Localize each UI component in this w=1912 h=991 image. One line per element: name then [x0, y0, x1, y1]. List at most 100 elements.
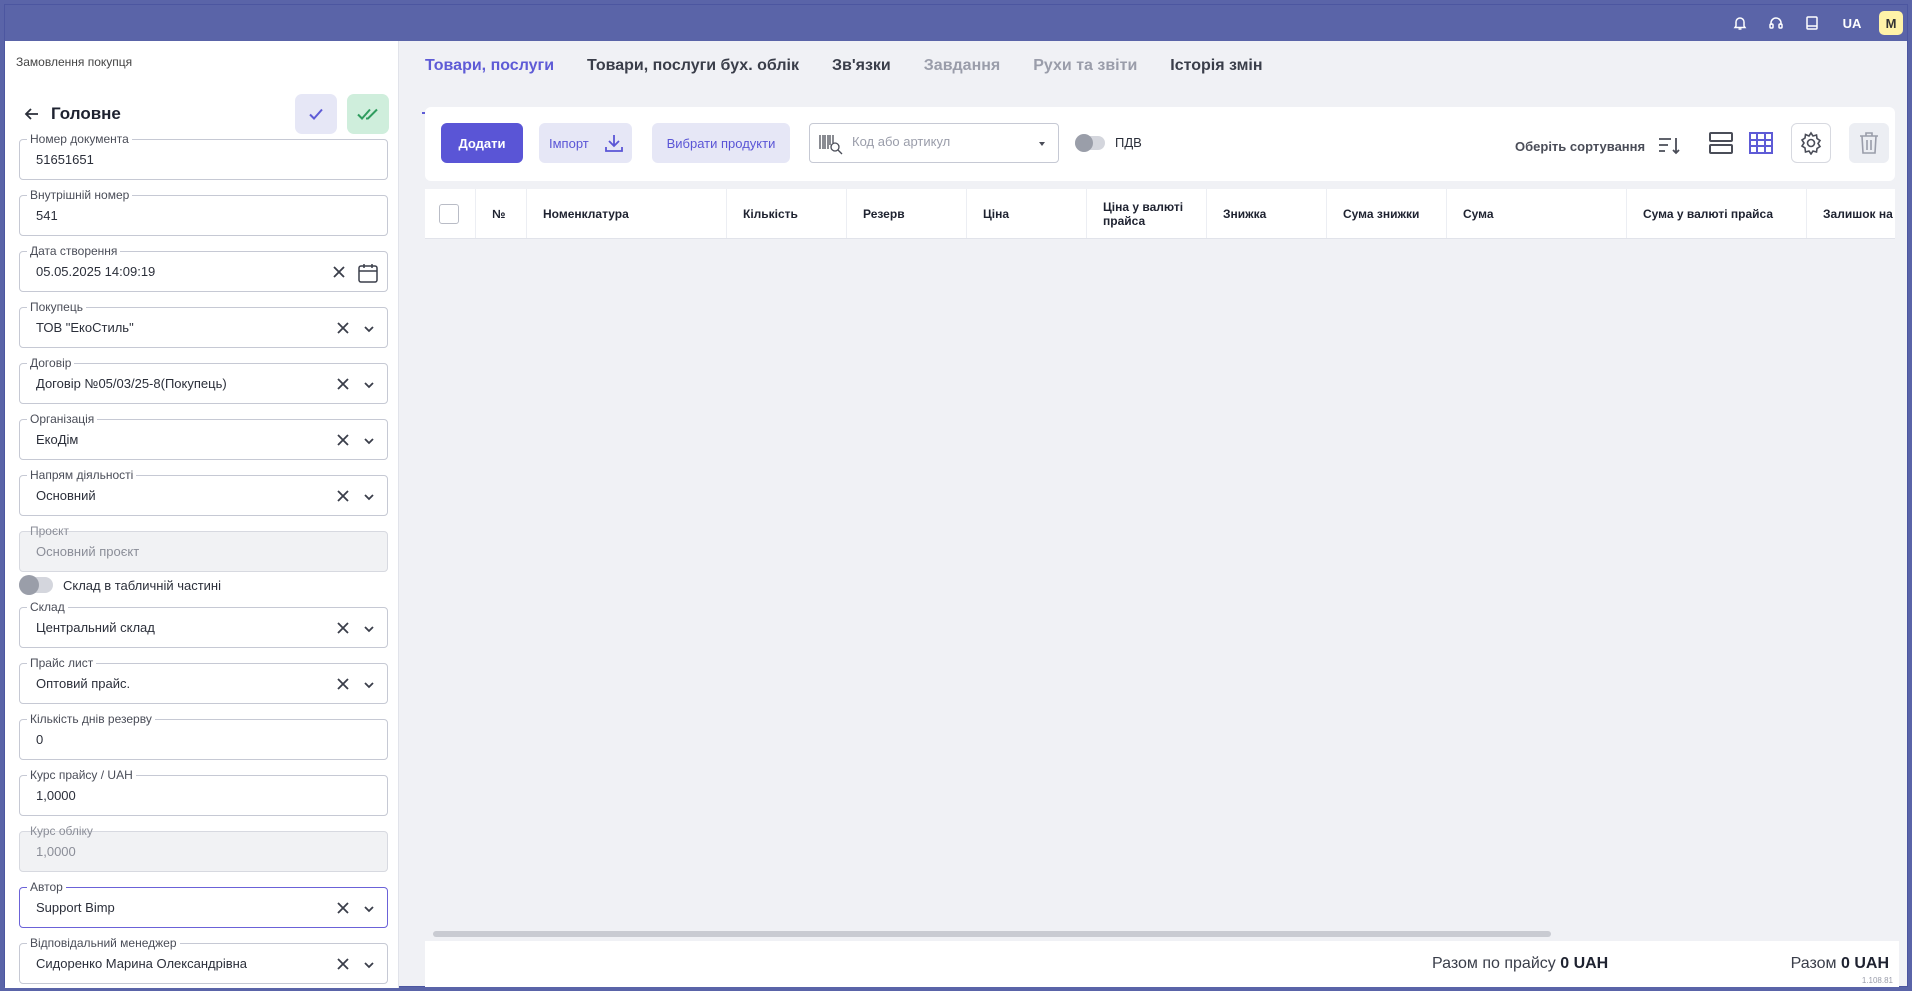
tab-goods-services[interactable]: Товари, послуги — [421, 41, 559, 114]
import-button[interactable]: Імпорт — [539, 123, 632, 163]
clear-icon[interactable] — [335, 900, 351, 916]
field-value[interactable]: Договір №05/03/25-8(Покупець) — [36, 376, 227, 391]
vat-toggle[interactable] — [1075, 133, 1105, 152]
field-value[interactable]: Основний — [36, 488, 96, 503]
field-label: Склад — [27, 600, 68, 614]
avatar[interactable]: M — [1879, 11, 1903, 35]
gear-icon[interactable] — [1791, 123, 1831, 163]
chevron-down-icon[interactable] — [363, 491, 375, 503]
tab-links[interactable]: Зв'язки — [832, 41, 891, 93]
list-view-icon[interactable] — [1701, 123, 1741, 163]
price-rate-field[interactable]: Курс прайсу / UAH 1,0000 — [19, 768, 388, 816]
column-header[interactable]: Номенклатура — [526, 189, 726, 238]
column-header[interactable]: № — [475, 189, 526, 238]
column-header[interactable]: Сума у валюті прайса — [1626, 189, 1806, 238]
tab-goods-services-accounting[interactable]: Товари, послуги бух. облік — [587, 41, 799, 93]
search-input[interactable] — [852, 134, 1032, 149]
field-label: Прайс лист — [27, 656, 97, 670]
toggle-label: Склад в табличній частині — [63, 577, 221, 593]
internal-number-field[interactable]: Внутрішній номер 541 — [19, 188, 388, 236]
column-header[interactable]: Ціна — [966, 189, 1086, 238]
field-label: Номер документа — [27, 132, 132, 146]
top-bar: UA M — [5, 5, 1907, 41]
select-products-button[interactable]: Вибрати продукти — [652, 123, 790, 163]
field-value[interactable]: Оптовий прайс. — [36, 676, 130, 691]
field-value[interactable]: 541 — [36, 208, 58, 223]
table-toolbar: Додати Імпорт Вибрати продукти ПДВ Обері… — [425, 107, 1895, 181]
warehouse-select[interactable]: Склад Центральний склад — [19, 600, 388, 648]
add-button[interactable]: Додати — [441, 123, 523, 163]
warehouse-in-table-toggle[interactable] — [19, 575, 53, 595]
project-field: Проєкт Основний проєкт — [19, 524, 388, 572]
field-value[interactable]: ЕкоДім — [36, 432, 78, 447]
field-value[interactable]: 1,0000 — [36, 788, 76, 803]
tab-tasks[interactable]: Завдання — [924, 41, 1000, 93]
grid-view-icon[interactable] — [1741, 123, 1781, 163]
chevron-down-icon[interactable] — [363, 679, 375, 691]
sort-label: Оберіть сортування — [1515, 138, 1646, 154]
clear-icon[interactable] — [335, 320, 351, 336]
column-header[interactable]: Сума знижки — [1326, 189, 1446, 238]
field-value[interactable]: 0 — [36, 732, 43, 747]
column-header[interactable]: Залишок на с — [1806, 189, 1895, 238]
column-header[interactable]: Знижка — [1206, 189, 1326, 238]
doc-number-field[interactable]: Номер документа 51651651 — [19, 132, 388, 180]
import-label: Імпорт — [549, 135, 589, 151]
buyer-select[interactable]: Покупець ТОВ "ЕкоСтиль" — [19, 300, 388, 348]
contract-select[interactable]: Договір Договір №05/03/25-8(Покупець) — [19, 356, 388, 404]
field-value[interactable]: Сидоренко Марина Олександрівна — [36, 956, 247, 971]
book-icon[interactable] — [1799, 10, 1825, 36]
select-all-checkbox[interactable] — [439, 204, 459, 224]
clear-icon[interactable] — [335, 488, 351, 504]
back-arrow-icon[interactable] — [19, 101, 45, 127]
chevron-down-icon[interactable] — [363, 903, 375, 915]
field-value[interactable]: Центральний склад — [36, 620, 155, 635]
created-date-field[interactable]: Дата створення 05.05.2025 14:09:19 — [19, 244, 388, 292]
organization-select[interactable]: Організація ЕкоДім — [19, 412, 388, 460]
chevron-down-icon[interactable] — [363, 623, 375, 635]
clear-icon[interactable] — [335, 956, 351, 972]
tab-movements-reports[interactable]: Рухи та звіти — [1033, 41, 1137, 93]
clear-icon[interactable] — [335, 620, 351, 636]
save-button[interactable] — [295, 94, 337, 134]
headset-icon[interactable] — [1763, 10, 1789, 36]
activity-select[interactable]: Напрям діяльності Основний — [19, 468, 388, 516]
column-header[interactable]: Сума — [1446, 189, 1626, 238]
author-select[interactable]: Автор Support Bimp — [19, 880, 388, 928]
field-value[interactable]: 05.05.2025 14:09:19 — [36, 264, 155, 279]
bell-icon[interactable] — [1727, 10, 1753, 36]
tab-change-history[interactable]: Історія змін — [1170, 41, 1262, 93]
field-label: Дата створення — [27, 244, 121, 258]
barcode-search[interactable] — [809, 123, 1059, 163]
price-total-label: Разом по прайсу — [1432, 955, 1556, 972]
horizontal-scrollbar[interactable] — [433, 931, 1551, 937]
clear-icon[interactable] — [335, 676, 351, 692]
totals-footer: Разом по прайсу 0 UAH Разом 0 UAH 1.108.… — [425, 941, 1899, 987]
trash-icon[interactable] — [1849, 123, 1889, 163]
field-value[interactable]: 51651651 — [36, 152, 94, 167]
chevron-down-icon[interactable] — [363, 323, 375, 335]
field-value[interactable]: ТОВ "ЕкоСтиль" — [36, 320, 134, 335]
column-header[interactable]: Ціна у валюті прайса — [1086, 189, 1206, 238]
chevron-down-icon[interactable] — [363, 435, 375, 447]
calendar-icon[interactable] — [357, 262, 379, 284]
save-and-post-button[interactable] — [347, 94, 389, 134]
column-header[interactable]: Резерв — [846, 189, 966, 238]
reserve-days-field[interactable]: Кількість днів резерву 0 — [19, 712, 388, 760]
field-value[interactable]: Support Bimp — [36, 900, 115, 915]
price-list-select[interactable]: Прайс лист Оптовий прайс. — [19, 656, 388, 704]
clear-icon[interactable] — [331, 264, 347, 280]
clear-icon[interactable] — [335, 376, 351, 392]
caret-down-icon[interactable] — [1038, 140, 1046, 148]
chevron-down-icon[interactable] — [363, 379, 375, 391]
clear-icon[interactable] — [335, 432, 351, 448]
column-header[interactable]: Кількість — [726, 189, 846, 238]
language-switch[interactable]: UA — [1835, 16, 1869, 31]
manager-select[interactable]: Відповідальний менеджер Сидоренко Марина… — [19, 936, 388, 984]
breadcrumb[interactable]: Замовлення покупця — [16, 55, 132, 69]
accounting-rate-field: Курс обліку 1,0000 — [19, 824, 388, 872]
section-header: Головне — [19, 93, 389, 135]
chevron-down-icon[interactable] — [363, 959, 375, 971]
vat-label: ПДВ — [1115, 135, 1142, 150]
sort-control[interactable]: Оберіть сортування — [1515, 135, 1681, 157]
